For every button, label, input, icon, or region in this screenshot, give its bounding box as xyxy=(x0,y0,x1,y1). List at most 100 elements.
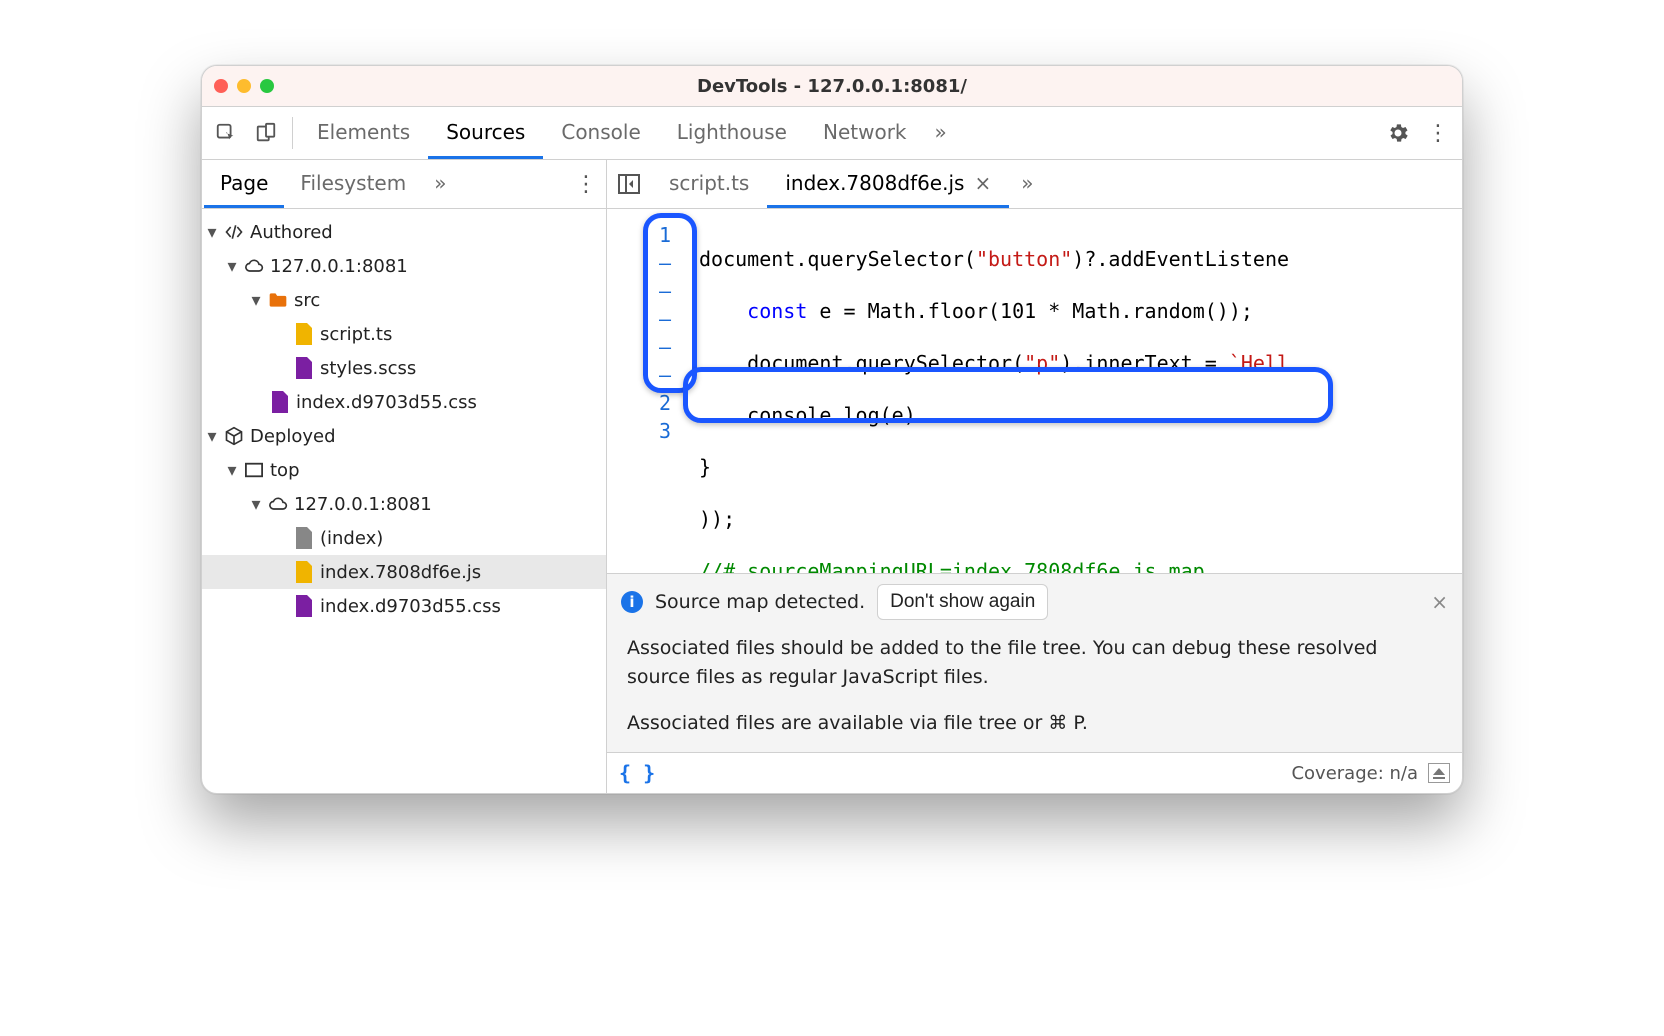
file-tab-bar: script.ts index.7808df6e.js × » xyxy=(607,160,1462,209)
tree-host[interactable]: 127.0.0.1:8081 xyxy=(202,249,606,283)
disclosure-icon[interactable] xyxy=(226,460,238,481)
tab-label: script.ts xyxy=(669,171,749,195)
gutter-line: – xyxy=(607,249,671,277)
info-line: Associated files should be added to the … xyxy=(627,634,1442,693)
tab-label: Filesystem xyxy=(300,171,406,195)
navigator-panel: Page Filesystem » ⋮ Authored 127.0.0.1:8… xyxy=(202,160,607,793)
tabs-overflow[interactable]: » xyxy=(925,107,957,159)
tab-console[interactable]: Console xyxy=(543,107,658,159)
gutter-line: – xyxy=(607,305,671,333)
js-file-icon xyxy=(294,324,314,344)
folder-icon xyxy=(268,290,288,310)
disclosure-icon[interactable] xyxy=(206,426,218,447)
tree-file[interactable]: (index) xyxy=(202,521,606,555)
code-icon xyxy=(224,222,244,242)
tree-label: top xyxy=(270,460,300,481)
tree-label: index.7808df6e.js xyxy=(320,562,481,583)
gutter-line: 2 xyxy=(607,389,671,417)
navigator-tabs-overflow[interactable]: » xyxy=(422,160,458,208)
gutter-line: – xyxy=(607,277,671,305)
window-title: DevTools - 127.0.0.1:8081/ xyxy=(202,76,1462,97)
code-line: } xyxy=(699,453,1462,481)
tab-elements[interactable]: Elements xyxy=(299,107,428,159)
code-area[interactable]: document.querySelector("button")?.addEve… xyxy=(681,209,1462,573)
editor-panel: script.ts index.7808df6e.js × » 1 – – – … xyxy=(607,160,1462,793)
code-line: //# sourceMappingURL=index.7808df6e.js.m… xyxy=(699,557,1462,573)
info-icon: i xyxy=(621,591,643,613)
file-tree[interactable]: Authored 127.0.0.1:8081 src script.ts xyxy=(202,209,606,793)
navigator-tab-filesystem[interactable]: Filesystem xyxy=(284,160,422,208)
tree-folder-src[interactable]: src xyxy=(202,283,606,317)
tree-host[interactable]: 127.0.0.1:8081 xyxy=(202,487,606,521)
tree-label: src xyxy=(294,290,320,311)
info-title: Source map detected. xyxy=(655,591,865,613)
disclosure-icon[interactable] xyxy=(226,256,238,277)
main-tabs: Elements Sources Console Lighthouse Netw… xyxy=(299,107,957,159)
navigator-tab-page[interactable]: Page xyxy=(204,160,284,208)
tab-label: Network xyxy=(823,120,907,144)
tree-file[interactable]: script.ts xyxy=(202,317,606,351)
css-file-icon xyxy=(270,392,290,412)
tree-label: Authored xyxy=(250,222,333,243)
tree-label: (index) xyxy=(320,528,383,549)
gutter-line: – xyxy=(607,333,671,361)
more-icon[interactable]: ⋮ xyxy=(1418,107,1458,159)
inspect-element-icon[interactable] xyxy=(206,107,246,159)
separator xyxy=(292,117,293,149)
tree-top[interactable]: top xyxy=(202,453,606,487)
file-tabs-overflow[interactable]: » xyxy=(1009,160,1045,208)
tree-label: 127.0.0.1:8081 xyxy=(294,494,432,515)
tree-label: index.d9703d55.css xyxy=(296,392,477,413)
disclosure-icon[interactable] xyxy=(206,222,218,243)
button-label: Don't show again xyxy=(890,591,1035,612)
dont-show-again-button[interactable]: Don't show again xyxy=(877,584,1048,620)
file-tab[interactable]: script.ts xyxy=(651,160,767,208)
gutter-line: – xyxy=(607,361,671,389)
coverage-label: Coverage: n/a xyxy=(1291,763,1418,784)
code-line: document.querySelector("button")?.addEve… xyxy=(699,245,1462,273)
tab-label: Sources xyxy=(446,120,525,144)
tab-sources[interactable]: Sources xyxy=(428,107,543,159)
source-map-info-bar: i Source map detected. Don't show again … xyxy=(607,573,1462,630)
css-file-icon xyxy=(294,596,314,616)
source-map-info-message: Associated files should be added to the … xyxy=(607,630,1462,752)
tree-label: index.d9703d55.css xyxy=(320,596,501,617)
close-tab-icon[interactable]: × xyxy=(974,171,991,195)
tree-file[interactable]: index.7808df6e.js xyxy=(202,555,606,589)
sources-body: Page Filesystem » ⋮ Authored 127.0.0.1:8… xyxy=(202,160,1462,793)
cloud-icon xyxy=(244,256,264,276)
code-line: console.log(e) xyxy=(699,401,1462,429)
title-bar: DevTools - 127.0.0.1:8081/ xyxy=(202,66,1462,107)
tab-network[interactable]: Network xyxy=(805,107,925,159)
disclosure-icon[interactable] xyxy=(250,494,262,515)
main-tab-bar: Elements Sources Console Lighthouse Netw… xyxy=(202,107,1462,160)
pretty-print-icon[interactable]: { } xyxy=(619,761,655,785)
tree-group-authored[interactable]: Authored xyxy=(202,215,606,249)
line-gutter[interactable]: 1 – – – – – 2 3 xyxy=(607,209,681,573)
cloud-icon xyxy=(268,494,288,514)
tree-label: Deployed xyxy=(250,426,336,447)
tree-label: script.ts xyxy=(320,324,392,345)
tree-file[interactable]: index.d9703d55.css xyxy=(202,385,606,419)
code-line: const e = Math.floor(101 * Math.random()… xyxy=(699,297,1462,325)
show-drawer-icon[interactable] xyxy=(1428,763,1450,783)
code-editor[interactable]: 1 – – – – – 2 3 document.querySelector("… xyxy=(607,209,1462,573)
tree-group-deployed[interactable]: Deployed xyxy=(202,419,606,453)
code-line: document.querySelector("p").innerText = … xyxy=(699,349,1462,377)
settings-icon[interactable] xyxy=(1378,107,1418,159)
tree-file[interactable]: styles.scss xyxy=(202,351,606,385)
tab-label: Lighthouse xyxy=(677,120,787,144)
tab-lighthouse[interactable]: Lighthouse xyxy=(659,107,805,159)
device-toolbar-icon[interactable] xyxy=(246,107,286,159)
tree-label: styles.scss xyxy=(320,358,416,379)
code-line: )); xyxy=(699,505,1462,533)
navigator-more-icon[interactable]: ⋮ xyxy=(566,160,606,208)
file-tab[interactable]: index.7808df6e.js × xyxy=(767,160,1009,208)
tab-label: Console xyxy=(561,120,640,144)
toggle-navigator-icon[interactable] xyxy=(607,160,651,208)
info-line: Associated files are available via file … xyxy=(627,709,1442,738)
disclosure-icon[interactable] xyxy=(250,290,262,311)
tree-file[interactable]: index.d9703d55.css xyxy=(202,589,606,623)
gutter-line: 1 xyxy=(607,221,671,249)
dismiss-info-icon[interactable]: × xyxy=(1431,590,1448,614)
